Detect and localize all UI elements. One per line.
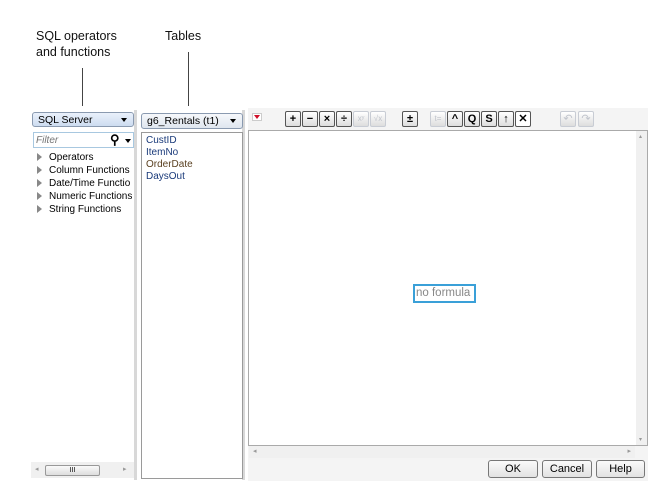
formula-menu-button[interactable]	[252, 113, 262, 121]
scroll-up-icon[interactable]: ▴	[639, 133, 642, 140]
multiply-button[interactable]: ×	[319, 111, 335, 127]
annotation-pointer-tables	[188, 52, 189, 106]
empty-formula-box[interactable]: no formula	[413, 284, 476, 303]
tree-item-string-functions[interactable]: String Functions	[37, 204, 121, 215]
vertical-scrollbar[interactable]: ▴ ▾	[636, 131, 647, 445]
power-button[interactable]: xʸ	[353, 111, 369, 127]
column-item[interactable]: ItemNo	[146, 147, 178, 158]
negate-button[interactable]: ±	[402, 111, 418, 127]
swap-button[interactable]: S	[481, 111, 497, 127]
undo-button[interactable]: ↶	[560, 111, 576, 127]
annotation-tables: Tables	[165, 29, 202, 43]
ok-button[interactable]: OK	[488, 460, 538, 478]
tree-item-numeric-functions[interactable]: Numeric Functions	[37, 191, 132, 202]
help-button[interactable]: Help	[596, 460, 645, 478]
scroll-left-icon[interactable]: ◂	[35, 465, 39, 473]
filter-box: ⚲	[33, 132, 134, 148]
expand-icon	[37, 153, 42, 161]
tree-item-label: Operators	[49, 152, 94, 163]
list-button[interactable]: t=	[430, 111, 446, 127]
tables-panel: g6_Rentals (t1) CustID ItemNo OrderDate …	[140, 110, 245, 480]
tree-item-column-functions[interactable]: Column Functions	[37, 165, 130, 176]
raise-button[interactable]: ^	[447, 111, 463, 127]
formula-canvas[interactable]: no formula ▴ ▾	[248, 130, 648, 446]
filter-input[interactable]	[36, 134, 106, 146]
annotation-sql: SQL operators and functions	[36, 28, 117, 60]
expand-icon	[37, 166, 42, 174]
expand-icon	[37, 192, 42, 200]
table-dropdown[interactable]: g6_Rentals (t1)	[141, 113, 243, 129]
scroll-right-icon[interactable]: ▸	[123, 465, 127, 473]
subtract-button[interactable]: −	[302, 111, 318, 127]
tree-item-label: Date/Time Functio	[49, 178, 131, 189]
tree-item-label: String Functions	[49, 204, 122, 215]
column-item[interactable]: CustID	[146, 135, 177, 146]
dialect-value: SQL Server	[38, 114, 93, 126]
chevron-down-icon	[121, 118, 127, 122]
column-item[interactable]: DaysOut	[146, 171, 185, 182]
tree-item-datetime-functions[interactable]: Date/Time Functio	[37, 178, 130, 189]
scroll-thumb-grip: III	[69, 467, 76, 474]
cancel-button[interactable]: Cancel	[542, 460, 592, 478]
delete-button[interactable]: ✕	[515, 111, 531, 127]
chevron-down-icon	[230, 119, 236, 123]
dialect-dropdown[interactable]: SQL Server	[32, 112, 134, 127]
expand-icon	[37, 179, 42, 187]
scroll-thumb[interactable]: III	[45, 465, 100, 476]
redo-button[interactable]: ↷	[578, 111, 594, 127]
root-button[interactable]: √x	[370, 111, 386, 127]
red-triangle-icon	[254, 115, 260, 119]
search-icon[interactable]: ⚲	[110, 132, 120, 148]
table-value: g6_Rentals (t1)	[147, 115, 219, 127]
column-item[interactable]: OrderDate	[146, 159, 193, 170]
editor-horizontal-scrollbar[interactable]: ◂ ▸	[249, 446, 635, 458]
expand-icon	[37, 205, 42, 213]
tree-item-label: Numeric Functions	[49, 191, 133, 202]
column-list: CustID ItemNo OrderDate DaysOut	[141, 132, 243, 479]
annotation-sql-line2: and functions	[36, 45, 111, 59]
scroll-left-icon[interactable]: ◂	[253, 447, 257, 455]
horizontal-scrollbar[interactable]: ◂ III ▸	[31, 462, 134, 478]
divide-button[interactable]: ÷	[336, 111, 352, 127]
search-options-icon[interactable]	[125, 139, 131, 143]
annotation-sql-line1: SQL operators	[36, 29, 117, 43]
add-button[interactable]: +	[285, 111, 301, 127]
scroll-right-icon[interactable]: ▸	[627, 447, 631, 455]
tree-item-operators[interactable]: Operators	[37, 152, 93, 163]
annotation-pointer-sql	[82, 68, 83, 106]
scroll-down-icon[interactable]: ▾	[639, 436, 642, 443]
functions-panel: SQL Server ⚲ Operators Column Functions …	[31, 110, 137, 480]
peel-button[interactable]: Q	[464, 111, 480, 127]
unthrow-button[interactable]: ↑	[498, 111, 514, 127]
tree-item-label: Column Functions	[49, 165, 130, 176]
